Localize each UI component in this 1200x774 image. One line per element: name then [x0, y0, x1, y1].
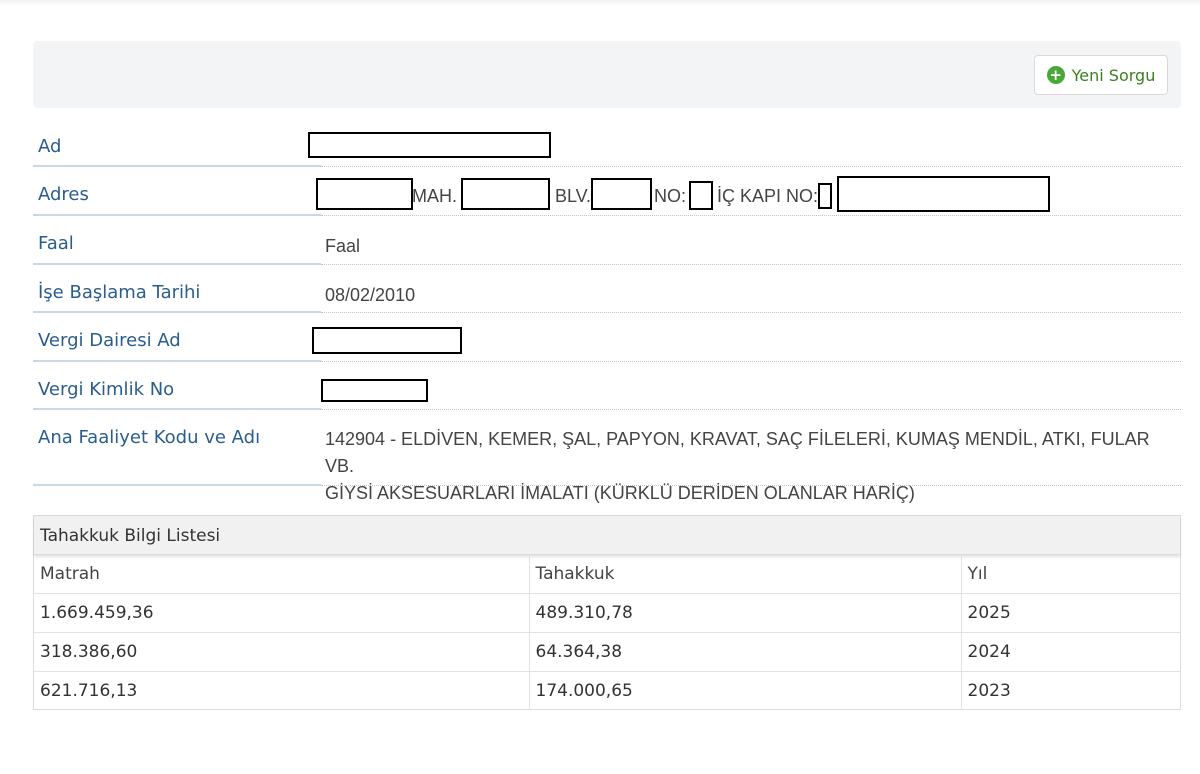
column-header-matrah[interactable]: Matrah — [34, 555, 530, 594]
tahakkuk-table: Matrah Tahakkuk Yıl 1.669.459,36 489.310… — [34, 555, 1180, 710]
tahakkuk-panel: Tahakkuk Bilgi Listesi Matrah Tahakkuk Y… — [33, 515, 1181, 710]
info-row-tax-office: Vergi Dairesi Ad — [33, 322, 1181, 362]
cell-matrah: 318.386,60 — [34, 632, 530, 672]
address-blv-text: BLV. — [555, 186, 592, 206]
info-value-activity: 142904 - ELDİVEN, KEMER, ŞAL, PAPYON, KR… — [325, 426, 1181, 507]
redacted-tax-id — [321, 379, 428, 402]
new-query-label: Yeni Sorgu — [1071, 65, 1156, 85]
info-label-start-date: İşe Başlama Tarihi — [38, 282, 201, 303]
cell-yil: 2024 — [961, 632, 1180, 672]
info-label-activity: Ana Faaliyet Kodu ve Adı — [38, 427, 261, 448]
info-label-tax-id: Vergi Kimlik No — [38, 379, 175, 400]
redacted-name — [308, 132, 551, 158]
redacted-bulvar — [461, 178, 550, 210]
panel-title: Tahakkuk Bilgi Listesi — [40, 526, 221, 546]
info-label-adres: Adres — [38, 184, 89, 205]
address-ic-kapi-text: İÇ KAPI NO: — [717, 186, 819, 206]
info-row-start-date: İşe Başlama Tarihi 08/02/2010 — [33, 274, 1181, 314]
address-no-text: NO: — [654, 186, 687, 206]
cell-matrah: 621.716,13 — [34, 671, 530, 710]
cell-tahakkuk: 174.000,65 — [529, 671, 962, 710]
info-label-faal: Faal — [38, 233, 74, 254]
info-row-tax-id: Vergi Kimlik No — [33, 371, 1181, 411]
info-value-start-date: 08/02/2010 — [325, 285, 416, 305]
column-header-yil[interactable]: Yıl — [961, 555, 1180, 594]
info-row-activity: Ana Faaliyet Kodu ve Adı 142904 - ELDİVE… — [33, 419, 1181, 503]
column-header-tahakkuk[interactable]: Tahakkuk — [529, 555, 962, 594]
plus-circle-icon: + — [1046, 66, 1065, 84]
redacted-tax-office — [312, 327, 462, 354]
info-label-ad: Ad — [38, 136, 62, 157]
address-mah-text: MAH. — [412, 186, 457, 206]
cell-yil: 2025 — [961, 593, 1180, 633]
new-query-button[interactable]: + Yeni Sorgu — [1034, 55, 1168, 95]
top-edge — [0, 0, 1200, 6]
redacted-address-rest — [837, 176, 1050, 212]
info-value-faal: Faal — [325, 236, 361, 256]
info-row-faal: Faal Faal — [33, 225, 1181, 265]
toolbar: + Yeni Sorgu — [33, 41, 1181, 108]
info-row-adres: Adres MAH. BLV. NO: İÇ KAPI NO: — [33, 176, 1181, 216]
info-label-tax-office: Vergi Dairesi Ad — [38, 330, 181, 351]
table-row: 621.716,13 174.000,65 2023 — [34, 671, 1180, 710]
table-row: 318.386,60 64.364,38 2024 — [34, 632, 1180, 672]
redacted-street-no — [591, 178, 652, 210]
redacted-door-no — [689, 181, 713, 210]
info-row-ad: Ad — [33, 128, 1181, 168]
activity-line-1: 142904 - ELDİVEN, KEMER, ŞAL, PAPYON, KR… — [325, 429, 1150, 476]
cell-matrah: 1.669.459,36 — [34, 593, 530, 633]
cell-tahakkuk: 489.310,78 — [529, 593, 962, 633]
cell-yil: 2023 — [967, 681, 1011, 701]
table-row: 1.669.459,36 489.310,78 2025 — [34, 593, 1180, 633]
table-header-row: Matrah Tahakkuk Yıl — [34, 555, 1180, 594]
panel-header: Tahakkuk Bilgi Listesi — [34, 516, 1180, 555]
cell-tahakkuk: 64.364,38 — [529, 632, 962, 672]
redacted-mahalle — [316, 178, 413, 210]
redacted-inner-door-no — [818, 183, 832, 209]
